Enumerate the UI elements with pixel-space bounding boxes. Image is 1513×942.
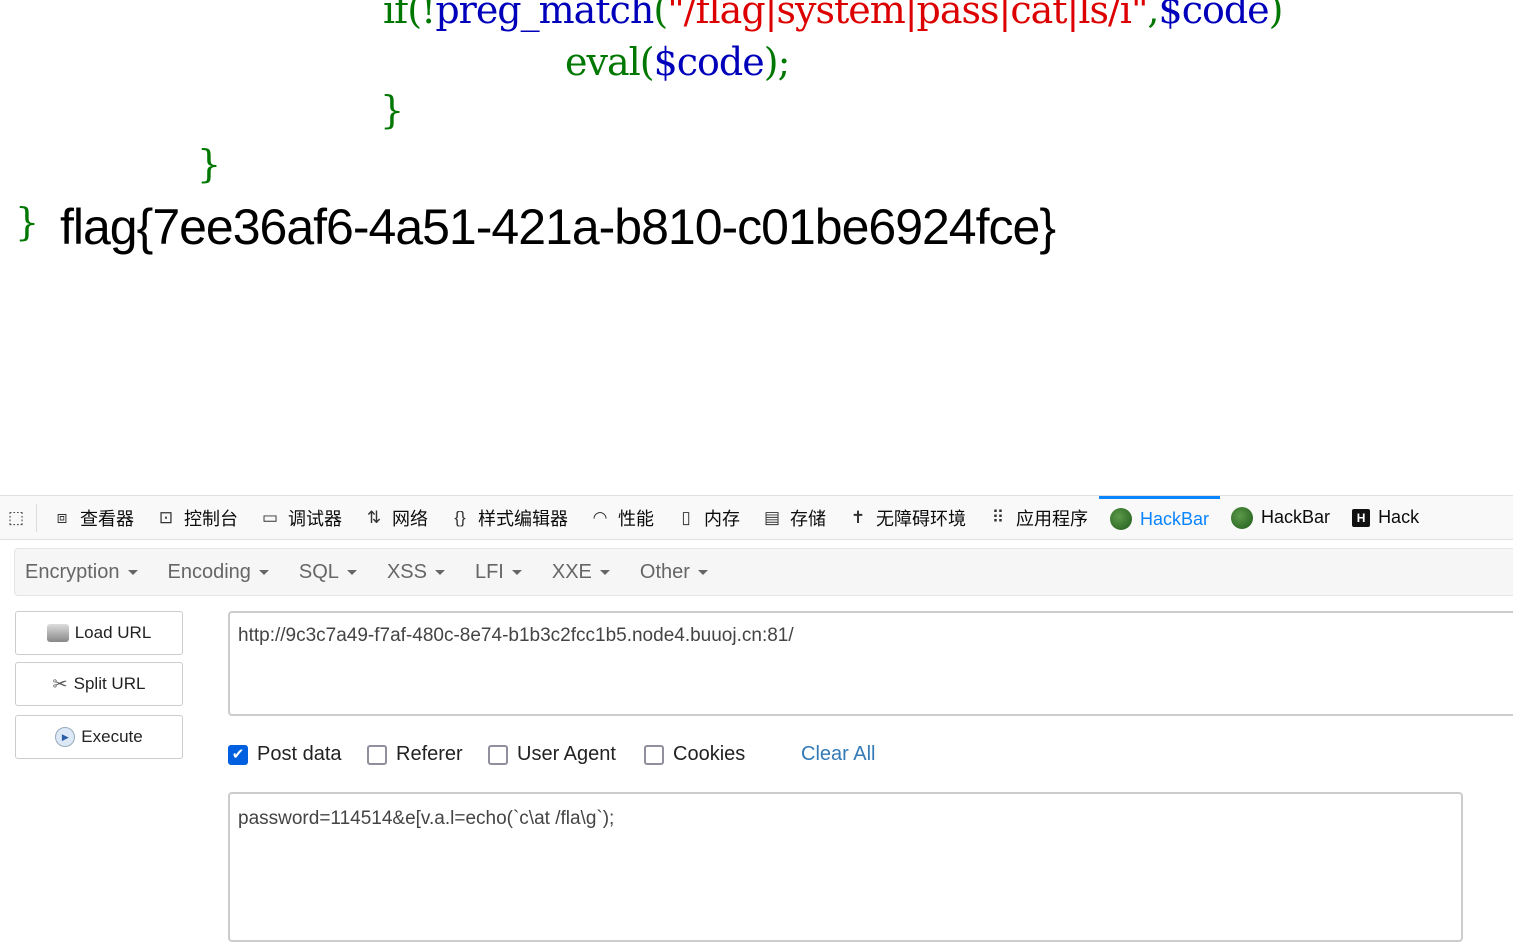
flag-output: flag{7ee36af6-4a51-421a-b810-c01be6924fc… bbox=[60, 199, 1056, 255]
memory-icon: ▯ bbox=[681, 507, 691, 527]
checkbox-checked-icon: ✔ bbox=[228, 744, 248, 765]
tab-debugger[interactable]: ▭ 调试器 bbox=[249, 496, 353, 539]
menu-other[interactable]: Other bbox=[640, 561, 708, 584]
code-line-if: if(!preg_match("/flag|system|pass|cat|ls… bbox=[383, 0, 1283, 32]
tab-style-editor[interactable]: {} 样式编辑器 bbox=[439, 496, 579, 539]
tab-memory[interactable]: ▯ 内存 bbox=[665, 496, 751, 539]
menu-lfi[interactable]: LFI bbox=[475, 561, 522, 584]
execute-button[interactable]: ▶ Execute bbox=[15, 715, 183, 759]
hackbar-icon bbox=[1231, 506, 1254, 529]
storage-icon: ▤ bbox=[763, 507, 781, 527]
code-brace: } bbox=[15, 200, 39, 244]
split-url-button[interactable]: ✂ Split URL bbox=[15, 662, 183, 706]
menu-xxe[interactable]: XXE bbox=[552, 561, 610, 584]
code-line-eval: eval($code); bbox=[565, 40, 790, 84]
application-icon: ⠿ bbox=[991, 507, 1005, 527]
checkbox-icon bbox=[367, 744, 387, 765]
code-brace: } bbox=[380, 88, 404, 132]
play-icon: ▶ bbox=[55, 727, 76, 747]
referer-checkbox[interactable]: Referer bbox=[367, 743, 463, 766]
checkbox-icon bbox=[488, 744, 508, 765]
devtools-toolbar: ⬚ ⧈ 查看器 ⊡ 控制台 ▭ 调试器 ⇅ 网络 {} 样式编辑器 ◠ 性能 ▯ 内存 ▤ 存储… bbox=[0, 495, 1513, 540]
user-agent-checkbox[interactable]: User Agent bbox=[488, 743, 616, 766]
tab-network[interactable]: ⇅ 网络 bbox=[353, 496, 439, 539]
menu-encoding[interactable]: Encoding bbox=[168, 561, 269, 584]
clear-all-link[interactable]: Clear All bbox=[801, 743, 875, 766]
pick-element-icon: ⬚ bbox=[7, 507, 25, 527]
tab-application[interactable]: ⠿ 应用程序 bbox=[977, 496, 1099, 539]
network-icon: ⇅ bbox=[366, 507, 382, 527]
scissors-icon: ✂ bbox=[52, 673, 68, 694]
hackbar-icon bbox=[1110, 508, 1132, 530]
tab-hackbar-2[interactable]: HackBar bbox=[1220, 496, 1341, 539]
code-brace: } bbox=[197, 142, 221, 186]
inspector-icon: ⧈ bbox=[56, 507, 68, 527]
element-picker-button[interactable]: ⬚ bbox=[0, 496, 32, 539]
checkbox-icon bbox=[644, 744, 664, 765]
tab-storage[interactable]: ▤ 存储 bbox=[751, 496, 837, 539]
load-icon bbox=[46, 624, 69, 642]
style-editor-icon: {} bbox=[454, 507, 466, 527]
post-data-input[interactable]: password=114514&e[v.a.l=echo(`c\at /fla\… bbox=[228, 792, 1463, 942]
tab-inspector[interactable]: ⧈ 查看器 bbox=[41, 496, 145, 539]
tab-performance[interactable]: ◠ 性能 bbox=[579, 496, 665, 539]
performance-icon: ◠ bbox=[592, 507, 608, 527]
load-url-button[interactable]: Load URL bbox=[15, 611, 183, 655]
hackbar-h-icon: H bbox=[1352, 508, 1371, 527]
tab-accessibility[interactable]: ✝ 无障碍环境 bbox=[837, 496, 977, 539]
url-input[interactable]: http://9c3c7a49-f7af-480c-8e74-b1b3c2fcc… bbox=[228, 611, 1513, 716]
cookies-checkbox[interactable]: Cookies bbox=[644, 743, 745, 766]
tab-hackbar-active[interactable]: HackBar bbox=[1099, 496, 1221, 539]
tab-hackbar-3[interactable]: H Hack bbox=[1341, 496, 1430, 539]
hackbar-menu: Encryption Encoding SQL XSS LFI XXE Othe… bbox=[14, 548, 1513, 596]
console-icon: ⊡ bbox=[158, 507, 174, 527]
tab-console[interactable]: ⊡ 控制台 bbox=[145, 496, 249, 539]
post-data-checkbox[interactable]: ✔ Post data bbox=[228, 743, 342, 766]
menu-sql[interactable]: SQL bbox=[299, 561, 357, 584]
menu-encryption[interactable]: Encryption bbox=[25, 561, 138, 584]
divider bbox=[36, 503, 37, 532]
menu-xss[interactable]: XSS bbox=[387, 561, 445, 584]
accessibility-icon: ✝ bbox=[850, 507, 866, 527]
debugger-icon: ▭ bbox=[261, 507, 279, 527]
